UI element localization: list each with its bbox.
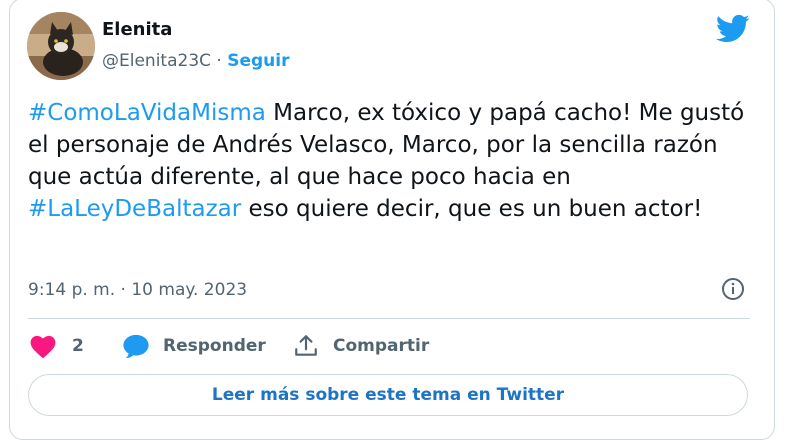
twitter-bird-icon[interactable]: [716, 14, 750, 44]
reply-button[interactable]: Responder: [122, 332, 266, 360]
author-name[interactable]: Elenita: [102, 19, 172, 41]
hashtag-laleydebaltazar[interactable]: #LaLeyDeBaltazar: [28, 196, 241, 222]
info-icon[interactable]: [721, 277, 745, 301]
heart-icon: [30, 335, 56, 359]
tweet-text: #ComoLaVidaMisma Marco, ex tóxico y papá…: [28, 97, 748, 225]
tweet-timestamp[interactable]: 9:14 p. m. · 10 may. 2023: [28, 279, 247, 301]
follow-button[interactable]: Seguir: [227, 51, 289, 71]
speech-bubble-icon: [123, 334, 149, 359]
share-button[interactable]: Compartir: [293, 332, 429, 360]
tweet-text-part2: eso quiere decir, que es un buen actor!: [241, 196, 703, 222]
author-handle[interactable]: @Elenita23C: [102, 51, 211, 71]
share-label: Compartir: [333, 336, 430, 356]
author-handle-row: @Elenita23C · Seguir: [102, 50, 290, 72]
reply-label: Responder: [163, 336, 266, 356]
read-more-button[interactable]: Leer más sobre este tema en Twitter: [28, 374, 748, 416]
like-count: 2: [72, 336, 84, 356]
like-button[interactable]: 2: [28, 332, 84, 360]
divider: [28, 318, 750, 319]
avatar[interactable]: [27, 12, 95, 80]
avatar-cat-image: [27, 12, 95, 80]
share-upload-icon: [295, 335, 317, 356]
separator: ·: [211, 51, 228, 71]
hashtag-comolavidamisma[interactable]: #ComoLaVidaMisma: [28, 100, 266, 126]
